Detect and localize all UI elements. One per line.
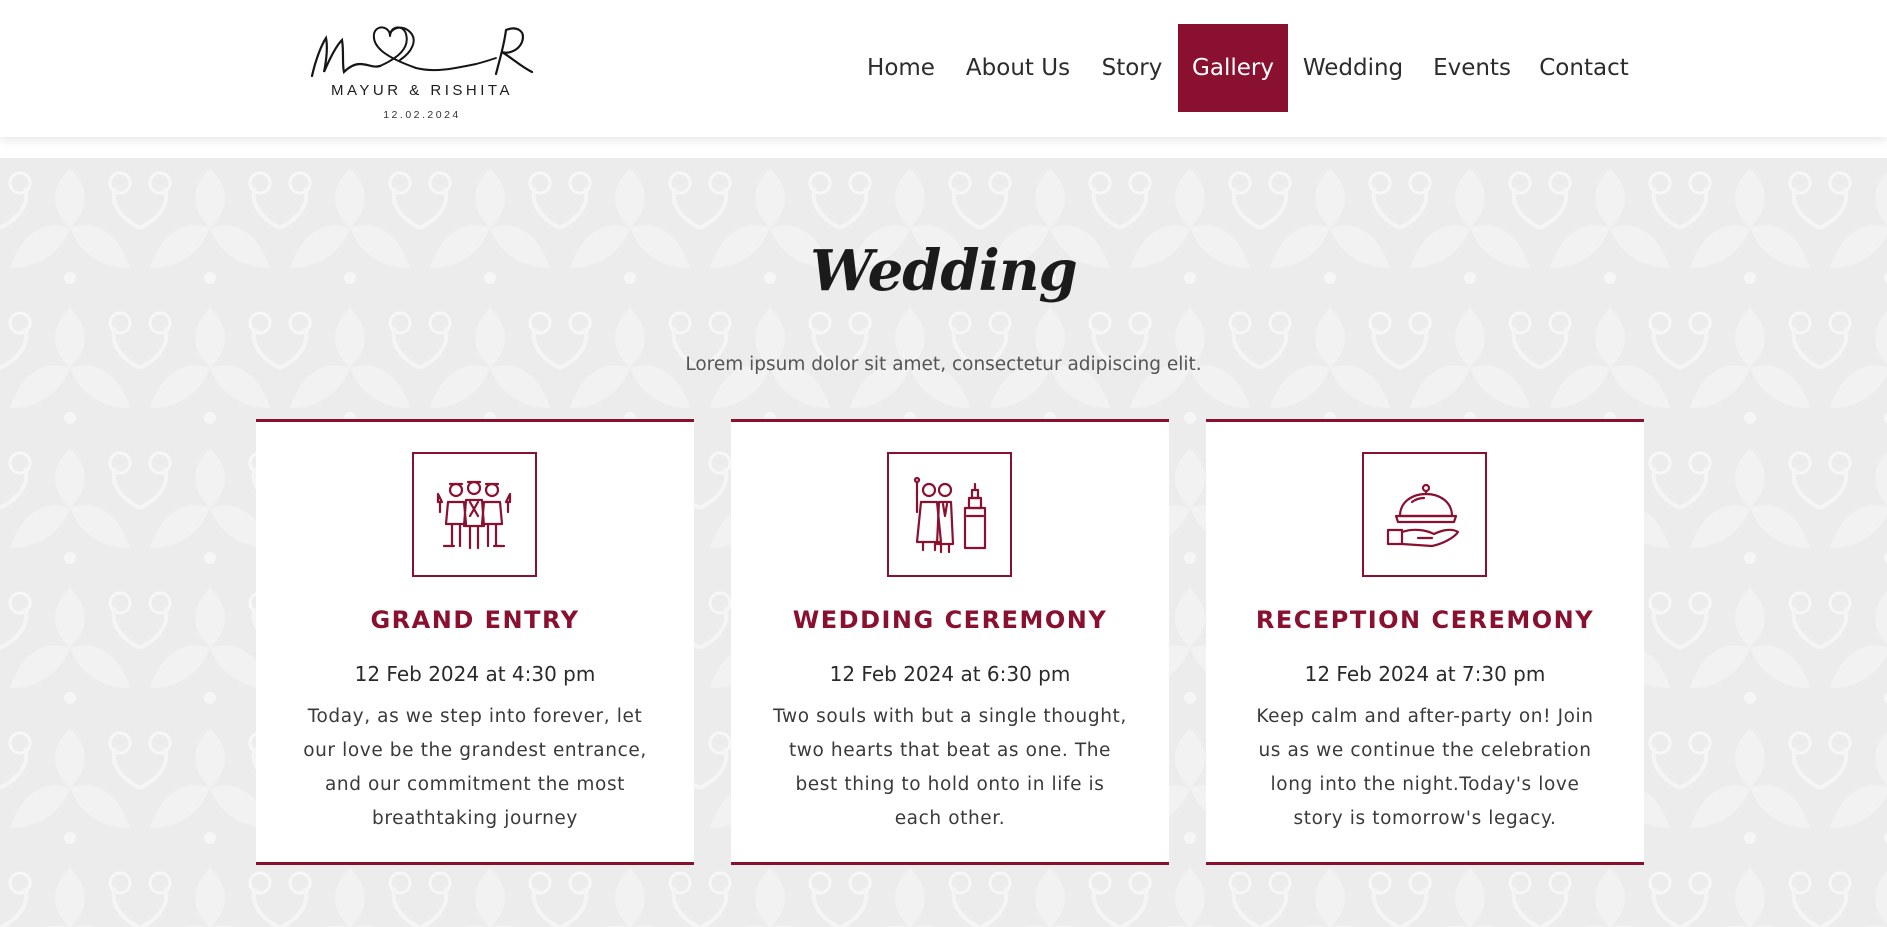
card-date: 12 Feb 2024 at 7:30 pm: [1304, 662, 1546, 686]
serving-cloche-icon-frame: [1362, 452, 1487, 577]
bridal-party-icon-frame: [412, 452, 537, 577]
bridal-party-icon: [436, 480, 512, 550]
card-date: 12 Feb 2024 at 6:30 pm: [829, 662, 1071, 686]
nav-gallery[interactable]: Gallery: [1178, 24, 1288, 112]
nav-wedding[interactable]: Wedding: [1298, 24, 1408, 112]
card-description: Keep calm and after-party on! Join us as…: [1256, 706, 1594, 829]
card-description: Today, as we step into forever, let our …: [303, 706, 647, 829]
card-title: GRAND ENTRY: [370, 606, 580, 634]
event-card-reception-ceremony: RECEPTION CEREMONY 12 Feb 2024 at 7:30 p…: [1206, 419, 1644, 865]
couple-cake-icon-frame: [887, 452, 1012, 577]
nav-about-us[interactable]: About Us: [962, 24, 1074, 112]
nav-events[interactable]: Events: [1428, 24, 1516, 112]
header-spacer: [0, 137, 1887, 158]
card-title: RECEPTION CEREMONY: [1255, 606, 1595, 634]
serving-cloche-icon: [1386, 483, 1460, 548]
wedding-section: Wedding Lorem ipsum dolor sit amet, cons…: [0, 158, 1887, 927]
card-date: 12 Feb 2024 at 4:30 pm: [354, 662, 596, 686]
section-title: Wedding: [810, 238, 1077, 304]
event-card-grand-entry: GRAND ENTRY 12 Feb 2024 at 4:30 pm Today…: [256, 419, 694, 865]
event-card-wedding-ceremony: WEDDING CEREMONY 12 Feb 2024 at 6:30 pm …: [731, 419, 1169, 865]
section-subtitle: Lorem ipsum dolor sit amet, consectetur …: [685, 354, 1202, 375]
nav-story[interactable]: Story: [1096, 24, 1168, 112]
nav-home[interactable]: Home: [860, 24, 942, 112]
card-title: WEDDING CEREMONY: [792, 606, 1108, 634]
main-nav: Home About Us Story Gallery Wedding Even…: [0, 24, 1887, 112]
nav-contact[interactable]: Contact: [1538, 24, 1630, 112]
card-description: Two souls with but a single thought, two…: [773, 706, 1127, 829]
site-header: MAYUR & RISHITA 12.02.2024 Home About Us…: [0, 0, 1887, 137]
couple-cake-icon: [913, 476, 987, 554]
